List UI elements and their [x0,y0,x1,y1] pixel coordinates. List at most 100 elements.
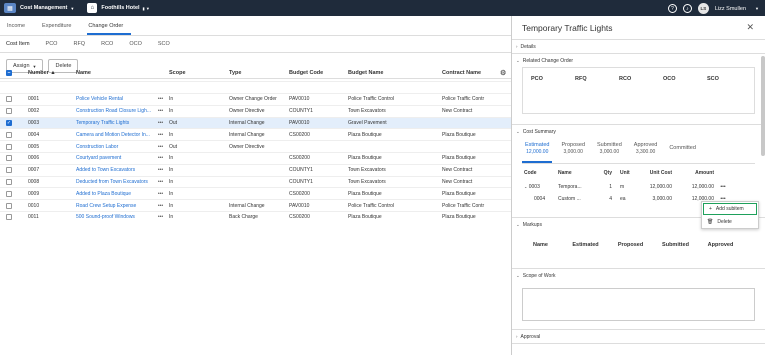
cell-budget-name: Police Traffic Control [348,202,395,209]
cell-name-link[interactable]: Added to Plaza Boutique [76,191,152,197]
cell-contract-name: Plaza Boutique [442,214,476,221]
scope-header[interactable]: ⌄ Scope of Work [512,269,765,282]
grid-body: 0001 Police Vehicle Rental ••• In Owner Chan… [0,93,511,223]
cell-name-link[interactable]: Construction Labor [76,144,152,150]
tab-submitted[interactable]: Submitted 3,000.00 [594,138,625,163]
header-contract-name[interactable]: Contract Name [442,70,500,76]
cell-contract-name: Police Traffic Contr [442,202,485,209]
table-row[interactable]: 0001 Police Vehicle Rental ••• In Owner Chan… [0,93,511,105]
tab-proposed[interactable]: Proposed 3,000.00 [558,138,588,163]
notifications-bell-icon[interactable]: ♪ [682,4,692,13]
cell-number: 0006 [28,155,40,162]
cost-item-grid: – Number ▲ Name Scope Type Budget Code B… [0,65,511,223]
table-row[interactable]: 0010 Road Crew Setup Expense ••• In Internal… [0,199,511,211]
tab-estimated[interactable]: Estimated 12,000.00 [522,138,553,163]
cell-scope: In [169,214,174,221]
tab-rfq[interactable]: RFQ [73,41,85,47]
row-checkbox[interactable] [6,214,12,221]
row-menu-icon[interactable]: ••• [152,132,169,138]
row-checkbox[interactable] [6,190,12,197]
cell-name-link[interactable]: Added to Town Excavators [76,167,152,173]
table-row[interactable]: 0011 500 Sound-proof Windows ••• In Back Cha… [0,210,511,223]
table-row[interactable]: ✓ 0003 Temporary Traffic Lights ••• Out Inter… [0,116,511,129]
app-dropdown-icon[interactable]: ▼ [70,6,74,11]
tab-pco[interactable]: PCO [46,41,58,47]
table-row[interactable]: 0009 Added to Plaza Boutique ••• In CS00200 P… [0,187,511,199]
cell-name-link[interactable]: Construction Road Closure Ligh... [76,108,152,114]
row-menu-icon[interactable]: ••• [152,203,169,209]
table-row[interactable]: 0007 Added to Town Excavators ••• In COUNTY1… [0,163,511,176]
row-menu-icon[interactable]: ••• [152,167,169,173]
scrollbar[interactable] [761,56,765,156]
row-checkbox[interactable] [6,167,12,174]
tab-approved[interactable]: Approved 3,300.00 [631,138,661,163]
row-checkbox[interactable] [6,108,12,115]
header-scope[interactable]: Scope [169,70,229,76]
gear-icon[interactable]: ⚙ [500,69,510,77]
row-checkbox[interactable] [6,96,12,103]
tab-expenditure[interactable]: Expenditure [41,16,79,35]
row-menu-icon[interactable]: ••• [152,191,169,197]
chevron-down-icon: ⌄ [516,128,520,134]
help-icon[interactable]: ? [667,4,677,13]
tab-cost-item[interactable]: Cost Item [6,41,30,47]
tab-rco[interactable]: RCO [101,41,113,47]
avatar[interactable]: LS [697,3,709,14]
add-subitem-menu-item[interactable]: + Add subitem [703,203,757,215]
header-type[interactable]: Type [229,70,289,76]
row-checkbox[interactable] [6,131,12,138]
delete-menu-item[interactable]: 🗑 Delete [702,216,758,228]
row-checkbox[interactable]: ✓ [6,119,12,126]
related-header[interactable]: ⌄ Related Change Order [512,54,765,67]
row-menu-icon[interactable]: ••• [714,184,732,190]
row-checkbox[interactable] [6,155,12,162]
row-menu-icon[interactable]: ••• [152,214,169,220]
tab-sco[interactable]: SCO [158,41,170,47]
details-section: › Details [512,40,765,54]
table-row[interactable]: 0004 Camera and Motion Detector In... ••• I… [0,128,511,140]
app-logo-icon[interactable]: ▦ [4,3,16,13]
row-menu-icon[interactable]: ••• [152,96,169,102]
cell-budget-name: Town Excavators [348,108,386,115]
table-row[interactable]: 0008 Deducted from Town Excavators ••• In CO… [0,175,511,188]
row-menu-icon[interactable]: ••• [152,179,169,185]
project-doc-icon[interactable]: ▮ ▼ [143,6,150,11]
close-icon[interactable]: ✕ [746,22,754,33]
user-dropdown-icon[interactable]: ▼ [755,6,759,11]
cell-type: Owner Directive [229,143,265,150]
row-menu-icon[interactable]: ••• [152,108,169,114]
cost-row[interactable]: ⌄ 0003 Tempora... 1 m 12,000.00 12,000.0… [522,181,755,193]
table-row[interactable]: 0006 Courtyard pavement ••• In CS00200 Plaza … [0,151,511,164]
header-name[interactable]: Name [76,70,152,76]
tab-income[interactable]: Income [6,16,33,35]
project-name[interactable]: Foothills Hotel [101,5,139,11]
tab-oco[interactable]: OCO [129,41,142,47]
header-budget-code[interactable]: Budget Code [289,70,348,76]
cell-name-link[interactable]: Deducted from Town Excavators [76,179,152,185]
approval-header[interactable]: › Approval [512,330,765,343]
row-menu-icon[interactable]: ••• [152,144,169,150]
details-header[interactable]: › Details [512,40,765,53]
tab-change-order[interactable]: Change Order [87,16,132,35]
table-row[interactable]: 0002 Construction Road Closure Ligh... •••… [0,104,511,117]
cell-name-link[interactable]: 500 Sound-proof Windows [76,214,152,220]
cell-name-link[interactable]: Camera and Motion Detector In... [76,132,152,138]
cost-summary-header[interactable]: ⌄ Cost Summary [512,125,765,138]
row-menu-icon[interactable]: ••• [152,155,169,161]
row-checkbox[interactable] [6,178,12,185]
header-number[interactable]: Number ▲ [22,70,76,76]
cell-name-link[interactable]: Temporary Traffic Lights [76,120,152,126]
cell-name-link[interactable]: Road Crew Setup Expense [76,203,152,209]
user-name[interactable]: Lizz Smullen [715,6,746,12]
row-checkbox[interactable] [6,202,12,209]
tab-committed[interactable]: Committed [666,138,699,163]
header-budget-name[interactable]: Budget Name [348,70,442,76]
select-all-checkbox[interactable]: – [6,70,12,76]
cell-name-link[interactable]: Police Vehicle Rental [76,96,152,102]
table-row[interactable]: 0005 Construction Labor ••• Out Owner Direct… [0,140,511,152]
scope-textarea[interactable] [522,288,755,321]
cell-name-link[interactable]: Courtyard pavement [76,155,152,161]
row-menu-icon[interactable]: ••• [152,120,169,126]
app-name[interactable]: Cost Management [20,5,67,11]
row-checkbox[interactable] [6,143,12,150]
